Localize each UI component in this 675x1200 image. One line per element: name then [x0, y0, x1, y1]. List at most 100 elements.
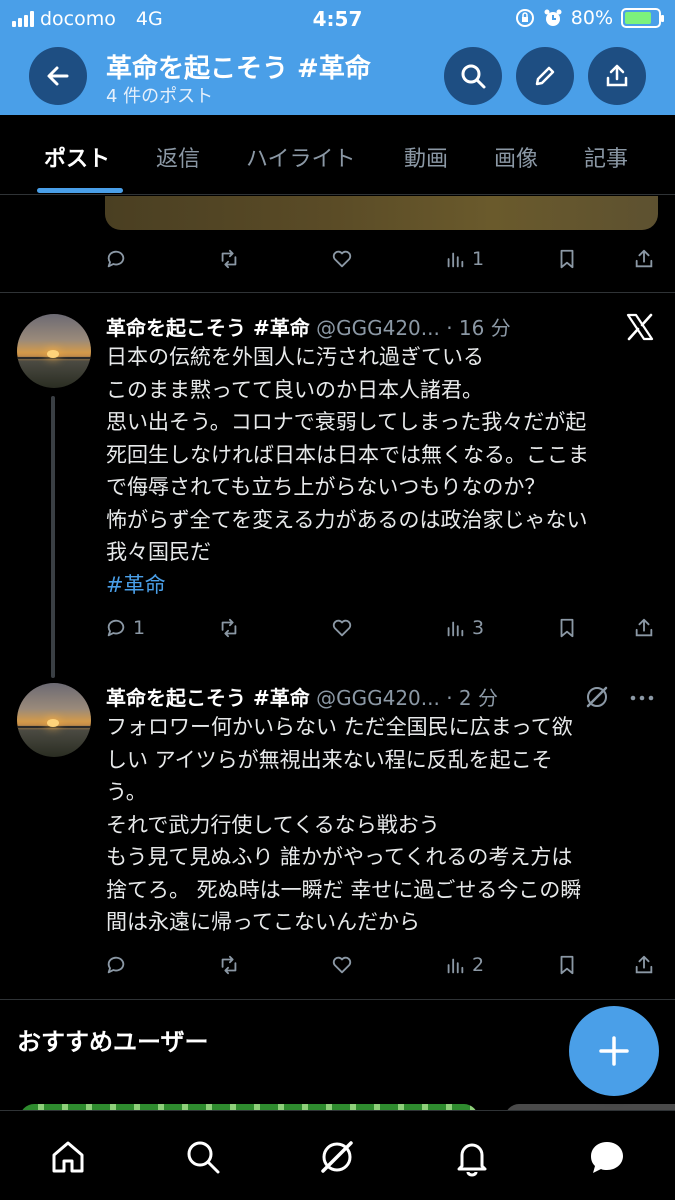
- nav-notifications[interactable]: [450, 1135, 494, 1179]
- reply-icon: [107, 250, 125, 268]
- more-options-icon[interactable]: [628, 686, 656, 710]
- views-count: 1: [472, 248, 485, 270]
- tab-replies[interactable]: 返信: [156, 141, 200, 173]
- battery-percent: 80%: [570, 7, 613, 29]
- page-title: 革命を起こそう #革命: [106, 54, 371, 84]
- post-divider: [0, 292, 675, 293]
- post-actions: 2: [105, 954, 660, 984]
- views-count: 2: [472, 954, 485, 976]
- chat-bubble-icon: [591, 1142, 623, 1173]
- search-icon: [461, 64, 486, 89]
- like-button[interactable]: [331, 617, 353, 639]
- bookmark-button[interactable]: [556, 617, 578, 639]
- status-bar: docomo 4G 4:57 80%: [0, 0, 675, 38]
- share-post-button[interactable]: [633, 248, 655, 270]
- display-name[interactable]: 革命を起こそう #革命: [106, 316, 310, 340]
- post-media-image[interactable]: [105, 196, 658, 230]
- bookmark-button[interactable]: [556, 954, 578, 976]
- views-button[interactable]: 1: [444, 248, 484, 270]
- heart-icon: [332, 956, 352, 974]
- profile-tabs: ポスト 返信 ハイライト 動画 画像 記事: [0, 115, 675, 195]
- repost-icon: [221, 249, 237, 269]
- share-icon: [635, 618, 653, 637]
- bookmark-icon: [560, 249, 574, 269]
- tab-articles[interactable]: 記事: [584, 141, 628, 173]
- avatar[interactable]: [17, 683, 91, 757]
- x-logo-icon: [626, 313, 654, 341]
- tab-images[interactable]: 画像: [494, 141, 538, 173]
- search-button[interactable]: [444, 47, 502, 105]
- heart-icon: [332, 250, 352, 268]
- grok-icon[interactable]: [584, 684, 610, 710]
- reply-button[interactable]: [105, 954, 127, 976]
- post-header: 革命を起こそう #革命 @GGG420... · 16 分: [106, 312, 511, 341]
- share-icon: [635, 249, 653, 268]
- bookmark-icon: [560, 955, 574, 975]
- arrow-left-icon: [47, 66, 69, 86]
- tab-highlights[interactable]: ハイライト: [246, 141, 356, 173]
- hashtag-link[interactable]: #革命: [106, 569, 651, 602]
- home-icon: [52, 1141, 84, 1173]
- grok-icon: [321, 1141, 353, 1173]
- repost-button[interactable]: [218, 617, 240, 639]
- thread-connector: [51, 396, 55, 678]
- post-actions: 1: [105, 248, 660, 278]
- bell-icon: [457, 1143, 487, 1177]
- heart-icon: [332, 619, 352, 637]
- nav-home[interactable]: [46, 1135, 90, 1179]
- alarm-icon: [544, 9, 562, 26]
- reply-count: 1: [133, 617, 146, 639]
- share-button[interactable]: [588, 47, 646, 105]
- handle-and-time: @GGG420... · 2 分: [316, 686, 498, 710]
- post-actions: 1 3: [105, 617, 660, 647]
- rotation-lock-icon: [515, 9, 534, 27]
- share-post-button[interactable]: [633, 617, 655, 639]
- back-button[interactable]: [29, 47, 87, 105]
- post-text: フォロワー何かいらない ただ全国民に広まって欲 しい アイツらが無視出来ない程に…: [106, 715, 582, 934]
- repost-button[interactable]: [218, 248, 240, 270]
- nav-messages[interactable]: [585, 1135, 629, 1179]
- bar-chart-icon: [447, 621, 464, 637]
- handle-and-time: @GGG420... · 16 分: [316, 316, 511, 340]
- bottom-nav: [0, 1110, 675, 1200]
- views-button[interactable]: 2: [444, 954, 484, 976]
- repost-icon: [221, 955, 237, 975]
- tab-posts[interactable]: ポスト: [44, 141, 110, 173]
- share-post-button[interactable]: [633, 954, 655, 976]
- reply-icon: [107, 956, 125, 974]
- post-header: 革命を起こそう #革命 @GGG420... · 2 分: [106, 682, 498, 711]
- battery-icon: [621, 8, 664, 28]
- tab-active-indicator: [37, 188, 123, 193]
- like-button[interactable]: [331, 954, 353, 976]
- share-icon: [635, 955, 653, 974]
- profile-header: 革命を起こそう #革命 4 件のポスト: [0, 38, 675, 115]
- nav-search[interactable]: [181, 1135, 225, 1179]
- bar-chart-icon: [447, 958, 464, 974]
- tab-videos[interactable]: 動画: [404, 141, 448, 173]
- search-icon: [187, 1141, 220, 1174]
- bar-chart-icon: [447, 252, 464, 268]
- like-button[interactable]: [331, 248, 353, 270]
- timeline[interactable]: 1 革命を起こそう #革命 @GGG420... · 16 分 日本の伝統を外国…: [0, 196, 675, 1110]
- pencil-icon: [535, 66, 555, 86]
- views-button[interactable]: 3: [444, 617, 484, 639]
- reply-button[interactable]: [105, 248, 127, 270]
- bookmark-icon: [560, 618, 574, 638]
- reply-icon: [107, 619, 125, 637]
- plus-icon: [599, 1036, 629, 1066]
- repost-icon: [221, 618, 237, 638]
- post-divider: [0, 999, 675, 1000]
- avatar[interactable]: [17, 314, 91, 388]
- edit-button[interactable]: [516, 47, 574, 105]
- share-icon: [606, 64, 628, 87]
- compose-button[interactable]: [569, 1006, 659, 1096]
- display-name[interactable]: 革命を起こそう #革命: [106, 686, 310, 710]
- recommended-users-heading: おすすめユーザー: [17, 1028, 209, 1056]
- views-count: 3: [472, 617, 485, 639]
- bookmark-button[interactable]: [556, 248, 578, 270]
- post-text: 日本の伝統を外国人に汚され過ぎている このまま黙ってて良いのか日本人諸君。 思い…: [106, 341, 651, 601]
- reply-button[interactable]: 1: [105, 617, 145, 639]
- repost-button[interactable]: [218, 954, 240, 976]
- nav-grok[interactable]: [315, 1135, 359, 1179]
- post-count: 4 件のポスト: [106, 86, 214, 107]
